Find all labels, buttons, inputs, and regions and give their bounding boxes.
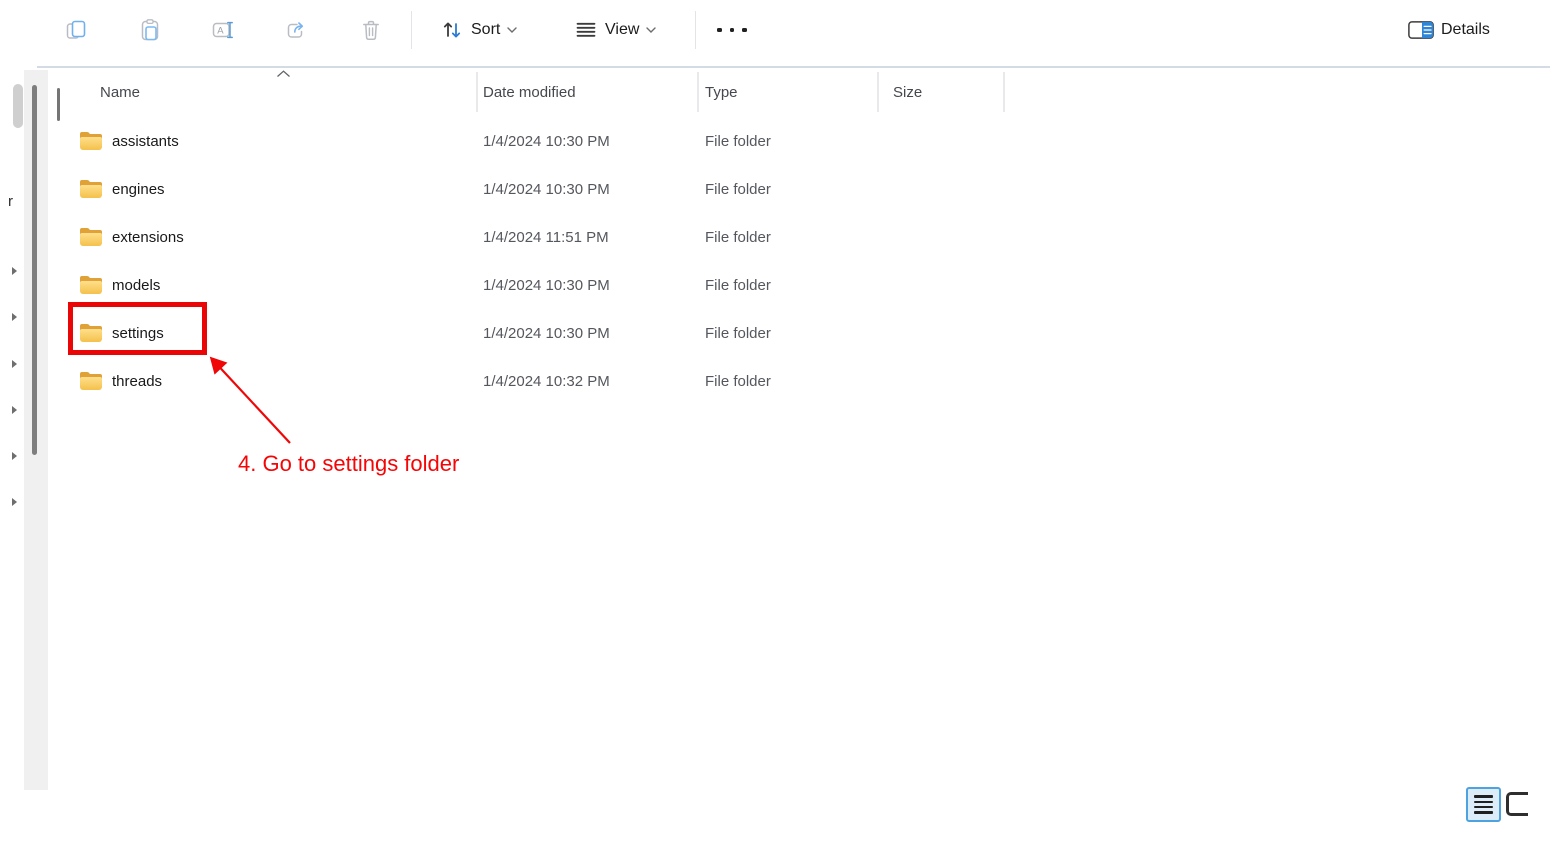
column-divider[interactable] bbox=[476, 72, 478, 112]
trash-icon bbox=[359, 18, 383, 42]
thumbnail-view-toggle-button[interactable] bbox=[1506, 792, 1528, 816]
folder-icon bbox=[80, 213, 102, 261]
file-explorer-window: A Sort bbox=[0, 0, 1550, 844]
column-header-date-modified[interactable]: Date modified bbox=[483, 72, 576, 112]
details-pane-label: Details bbox=[1441, 21, 1490, 39]
more-options-icon bbox=[717, 28, 747, 33]
file-name: assistants bbox=[112, 117, 179, 165]
tree-expand-chevron-icon[interactable] bbox=[12, 267, 17, 275]
share-icon bbox=[285, 18, 309, 42]
folder-icon bbox=[80, 261, 102, 309]
cropped-sidebar-text: r bbox=[8, 193, 13, 210]
view-lines-icon bbox=[574, 18, 598, 42]
file-date-modified: 1/4/2024 10:30 PM bbox=[483, 261, 610, 309]
toolbar-separator bbox=[411, 11, 412, 49]
toolbar-divider bbox=[37, 66, 1550, 68]
file-type: File folder bbox=[705, 117, 771, 165]
tree-expand-chevron-icon[interactable] bbox=[12, 360, 17, 368]
file-date-modified: 1/4/2024 10:30 PM bbox=[483, 117, 610, 165]
folder-icon bbox=[80, 309, 102, 357]
scrollbar-thumb[interactable] bbox=[32, 85, 37, 455]
copy-button[interactable] bbox=[56, 10, 96, 50]
paste-button[interactable] bbox=[130, 10, 170, 50]
file-type: File folder bbox=[705, 165, 771, 213]
file-date-modified: 1/4/2024 10:30 PM bbox=[483, 309, 610, 357]
file-name: extensions bbox=[112, 213, 184, 261]
table-row-extensions[interactable]: extensions 1/4/2024 11:51 PM File folder bbox=[56, 213, 1356, 261]
column-header-type[interactable]: Type bbox=[705, 72, 738, 112]
column-divider[interactable] bbox=[877, 72, 879, 112]
details-pane-icon bbox=[1408, 21, 1434, 39]
paste-icon bbox=[138, 18, 162, 42]
command-toolbar: A Sort bbox=[0, 0, 1550, 66]
copy-icon bbox=[64, 18, 88, 42]
file-type: File folder bbox=[705, 309, 771, 357]
table-row-engines[interactable]: engines 1/4/2024 10:30 PM File folder bbox=[56, 165, 1356, 213]
details-pane-button[interactable]: Details bbox=[1400, 10, 1498, 50]
tree-expand-chevron-icon[interactable] bbox=[12, 406, 17, 414]
chevron-down-icon bbox=[507, 27, 517, 34]
folder-icon bbox=[80, 165, 102, 213]
sort-button-label: Sort bbox=[471, 21, 500, 39]
tree-expand-chevron-icon[interactable] bbox=[12, 452, 17, 460]
more-options-button[interactable] bbox=[710, 10, 754, 50]
details-view-toggle-button[interactable] bbox=[1466, 787, 1501, 822]
table-row-settings[interactable]: settings 1/4/2024 10:30 PM File folder bbox=[56, 309, 1356, 357]
column-header-size[interactable]: Size bbox=[893, 72, 922, 112]
table-row-threads[interactable]: threads 1/4/2024 10:32 PM File folder bbox=[56, 357, 1356, 405]
toolbar-separator bbox=[695, 11, 696, 49]
svg-text:A: A bbox=[217, 26, 224, 37]
tree-expand-chevron-icon[interactable] bbox=[12, 498, 17, 506]
nav-scrollbar-thumb[interactable] bbox=[13, 84, 23, 128]
folder-icon bbox=[80, 117, 102, 165]
delete-button[interactable] bbox=[351, 10, 391, 50]
file-date-modified: 1/4/2024 10:30 PM bbox=[483, 165, 610, 213]
column-divider[interactable] bbox=[697, 72, 699, 112]
table-row-models[interactable]: models 1/4/2024 10:30 PM File folder bbox=[56, 261, 1356, 309]
view-button-label: View bbox=[605, 21, 639, 39]
file-date-modified: 1/4/2024 10:32 PM bbox=[483, 357, 610, 405]
folder-icon bbox=[80, 357, 102, 405]
file-name: models bbox=[112, 261, 160, 309]
annotation-step-text: 4. Go to settings folder bbox=[238, 451, 459, 477]
table-row-assistants[interactable]: assistants 1/4/2024 10:30 PM File folder bbox=[56, 117, 1356, 165]
file-name: engines bbox=[112, 165, 165, 213]
rename-icon: A bbox=[211, 18, 235, 42]
file-name: settings bbox=[112, 309, 164, 357]
file-type: File folder bbox=[705, 261, 771, 309]
file-type: File folder bbox=[705, 213, 771, 261]
file-type: File folder bbox=[705, 357, 771, 405]
file-name: threads bbox=[112, 357, 162, 405]
file-date-modified: 1/4/2024 11:51 PM bbox=[483, 213, 609, 261]
chevron-down-icon bbox=[646, 27, 656, 34]
sort-button[interactable]: Sort bbox=[432, 10, 525, 50]
sort-arrows-icon bbox=[440, 18, 464, 42]
sort-ascending-caret-icon bbox=[276, 70, 291, 78]
view-button[interactable]: View bbox=[566, 10, 664, 50]
column-header-name[interactable]: Name bbox=[100, 72, 140, 112]
rename-button[interactable]: A bbox=[203, 10, 243, 50]
share-button[interactable] bbox=[277, 10, 317, 50]
details-view-icon bbox=[1474, 795, 1493, 798]
tree-expand-chevron-icon[interactable] bbox=[12, 313, 17, 321]
column-divider[interactable] bbox=[1003, 72, 1005, 112]
